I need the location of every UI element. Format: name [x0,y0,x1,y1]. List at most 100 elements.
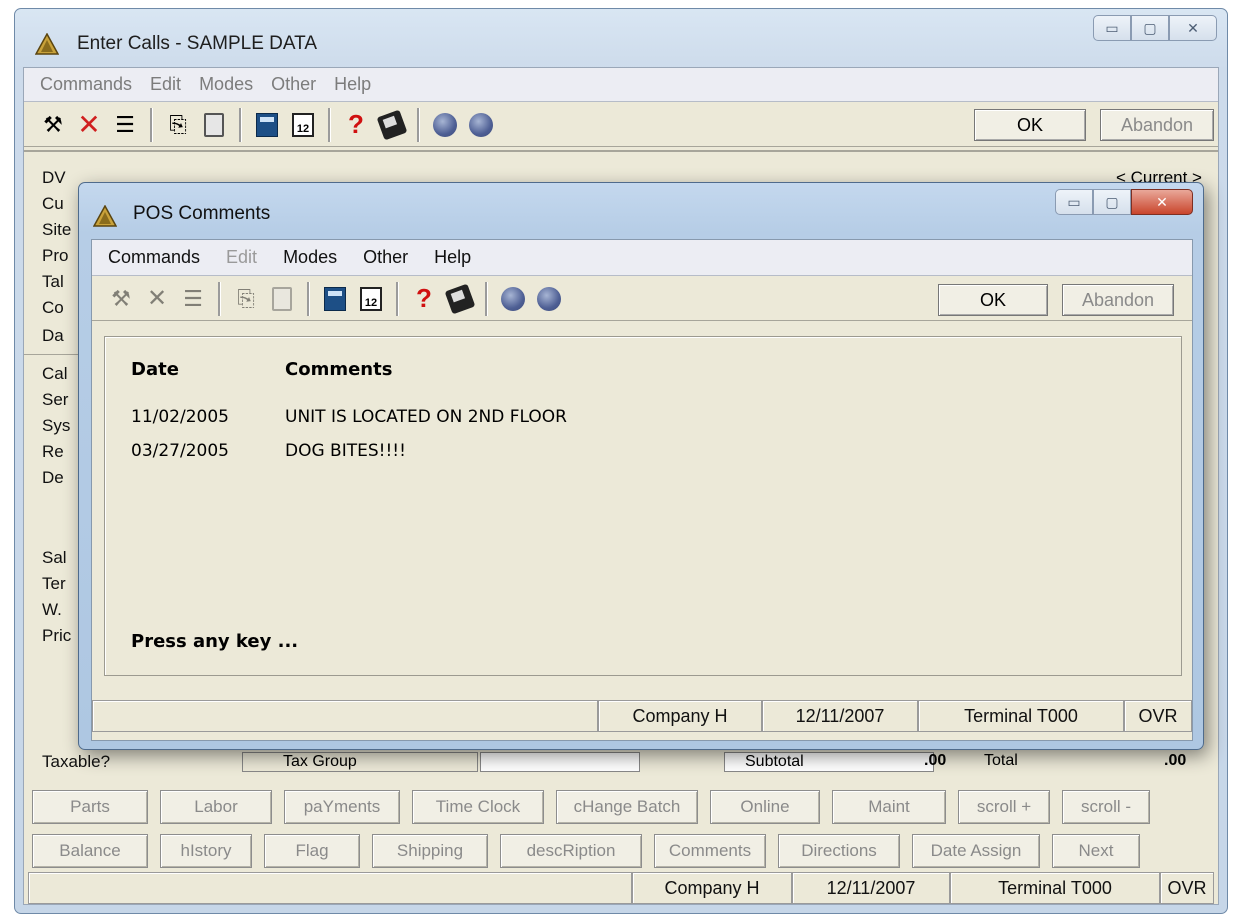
help-icon[interactable]: ? [343,109,369,139]
field-label: Sys [42,416,71,435]
outer-menubar: Commands Edit Modes Other Help [24,68,1218,102]
taxable-label: Taxable? [42,752,111,771]
maximize-button[interactable]: ▢ [1131,15,1169,41]
field-label: Ter [42,574,66,593]
globe-icon[interactable] [432,112,458,138]
abandon-button[interactable]: Abandon [1100,109,1214,141]
delete-icon[interactable]: ✕ [76,109,102,140]
help-icon[interactable]: ? [411,283,437,313]
directions-button[interactable]: Directions [778,834,900,868]
time-clock-button[interactable]: Time Clock [412,790,544,824]
list-icon[interactable]: ☰ [180,286,206,312]
status-date: 12/11/2007 [792,872,950,904]
globe-icon[interactable] [468,112,494,138]
outer-status-bar: Company H 12/11/2007 Terminal T000 OVR [28,872,1214,904]
paste-icon[interactable] [201,112,227,138]
toolbar-group-clipboard: ⎘ [220,281,309,316]
calendar-icon[interactable]: 12 [358,286,384,312]
menu-modes[interactable]: Modes [283,247,337,268]
field-label: Re [42,442,64,461]
dialog-title: POS Comments [133,203,271,224]
comment-date: 11/02/2005 [131,407,229,427]
tools-icon[interactable]: ⚒ [40,112,66,138]
field-label: W. [42,600,62,619]
scroll-plus-button[interactable]: scroll + [958,790,1050,824]
minimize-button[interactable]: ▭ [1055,189,1093,215]
date-assign-button[interactable]: Date Assign [912,834,1040,868]
menu-commands[interactable]: Commands [108,247,200,268]
delete-icon[interactable]: ✕ [144,285,170,312]
copy-icon[interactable]: ⎘ [233,286,259,312]
dialog-toolbar: ⚒ ✕ ☰ ⎘ 12 ? OK Abandon [92,277,1192,321]
payments-button[interactable]: paYments [284,790,400,824]
list-icon[interactable]: ☰ [112,112,138,138]
description-button[interactable]: descRiption [500,834,642,868]
change-batch-button[interactable]: cHange Batch [556,790,698,824]
comments-panel: Date Comments 11/02/2005 UNIT IS LOCATED… [104,336,1182,676]
toolbar-group-web [419,107,506,142]
shipping-button[interactable]: Shipping [372,834,488,868]
calendar-icon[interactable]: 12 [290,112,316,138]
field-label: Ser [42,390,69,409]
online-button[interactable]: Online [710,790,820,824]
menu-help[interactable]: Help [334,74,371,95]
function-buttons-row-2: Balance hIstory Flag Shipping descRiptio… [32,834,1140,868]
flag-button[interactable]: Flag [264,834,360,868]
comment-text: UNIT IS LOCATED ON 2ND FLOOR [285,407,567,427]
pos-comments-dialog: POS Comments ▭ ▢ ✕ Commands Edit Modes O… [78,182,1204,750]
comments-button[interactable]: Comments [654,834,766,868]
close-button[interactable]: ✕ [1131,189,1193,215]
status-mode: OVR [1160,872,1214,904]
menu-commands[interactable]: Commands [40,74,132,95]
comment-text: DOG BITES!!!! [285,441,406,461]
total-value: .00 [1164,752,1187,769]
balance-button[interactable]: Balance [32,834,148,868]
history-button[interactable]: hIstory [160,834,252,868]
toolbar-group-edit: ⚒ ✕ ☰ [36,107,152,142]
field-label: De [42,468,64,487]
field-label: DV [42,168,66,187]
menu-edit[interactable]: Edit [150,74,181,95]
tax-group-input[interactable] [480,752,640,772]
dialog-ok-button[interactable]: OK [938,284,1048,316]
globe-icon[interactable] [500,286,526,312]
menu-edit[interactable]: Edit [226,247,257,268]
calculator-icon[interactable] [254,112,280,138]
minimize-button[interactable]: ▭ [1093,15,1131,41]
comments-column-header: Comments [285,359,393,380]
calculator-icon[interactable] [322,286,348,312]
field-label: Pric [42,626,72,645]
parts-button[interactable]: Parts [32,790,148,824]
scroll-minus-button[interactable]: scroll - [1062,790,1150,824]
ok-button[interactable]: OK [974,109,1086,141]
toolbar-group-clipboard: ⎘ [152,107,241,142]
status-terminal: Terminal T000 [918,700,1124,732]
menu-modes[interactable]: Modes [199,74,253,95]
menu-other[interactable]: Other [363,247,408,268]
subtotal-value: .00 [924,752,947,769]
maint-button[interactable]: Maint [832,790,946,824]
tools-icon[interactable]: ⚒ [108,286,134,312]
dialog-caption-buttons: ▭ ▢ ✕ [1055,189,1193,215]
app-icon [34,32,60,60]
next-button[interactable]: Next [1052,834,1140,868]
menu-other[interactable]: Other [271,74,316,95]
field-label: Da [42,326,64,345]
tax-group-field[interactable]: Tax Group [242,752,478,772]
app-icon [92,204,118,232]
maximize-button[interactable]: ▢ [1093,189,1131,215]
paste-icon[interactable] [269,286,295,312]
press-any-key-prompt: Press any key ... [131,631,299,652]
copy-icon[interactable]: ⎘ [165,112,191,138]
book-icon[interactable] [376,109,408,140]
labor-button[interactable]: Labor [160,790,272,824]
total-label: Total [984,752,1018,769]
book-icon[interactable] [444,283,476,314]
globe-icon[interactable] [536,286,562,312]
toolbar-group-web [487,281,574,316]
field-label: Cal [42,364,68,383]
menu-help[interactable]: Help [434,247,471,268]
dialog-abandon-button[interactable]: Abandon [1062,284,1174,316]
close-button[interactable]: ✕ [1169,15,1217,41]
status-message [28,872,632,904]
